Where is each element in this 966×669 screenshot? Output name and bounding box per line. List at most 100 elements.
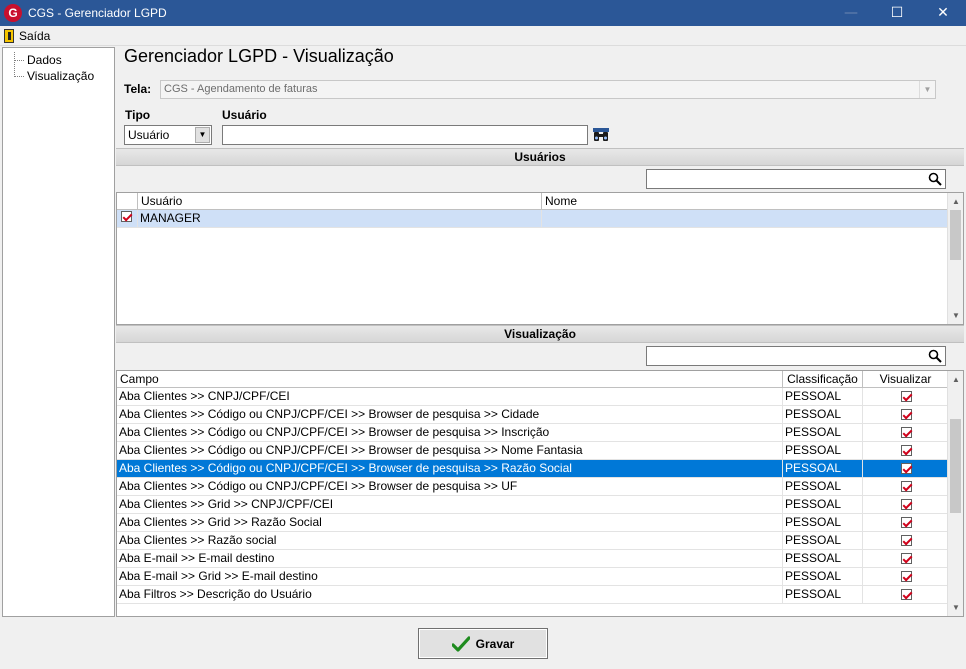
column-header-nome[interactable]: Nome xyxy=(542,193,948,209)
close-button[interactable]: ✕ xyxy=(920,0,966,26)
tela-select[interactable]: CGS - Agendamento de faturas ▼ xyxy=(160,80,936,99)
visualizar-cell[interactable] xyxy=(863,514,948,531)
column-header-classificacao[interactable]: Classificação xyxy=(783,371,863,387)
table-row[interactable]: Aba Clientes >> Código ou CNPJ/CPF/CEI >… xyxy=(117,442,948,460)
search-icon[interactable] xyxy=(928,349,942,363)
campo-cell: Aba Clientes >> Razão social xyxy=(117,532,783,549)
visualizar-cell[interactable] xyxy=(863,478,948,495)
visualizacao-search-input[interactable] xyxy=(646,346,946,366)
table-row[interactable]: Aba Clientes >> Código ou CNPJ/CPF/CEI >… xyxy=(117,424,948,442)
title-bar: G CGS - Gerenciador LGPD — ☐ ✕ xyxy=(0,0,966,26)
usuarios-grid: Usuário Nome MANAGER ▲ ▼ xyxy=(116,192,964,325)
table-row[interactable]: Aba Clientes >> Código ou CNPJ/CPF/CEI >… xyxy=(117,460,948,478)
scroll-thumb[interactable] xyxy=(950,419,961,513)
visualizar-checkbox[interactable] xyxy=(901,445,912,456)
campo-cell: Aba E-mail >> E-mail destino xyxy=(117,550,783,567)
visualizar-cell[interactable] xyxy=(863,406,948,423)
menu-bar: Saída xyxy=(0,26,966,46)
classificacao-cell: PESSOAL xyxy=(783,586,863,603)
minimize-button[interactable]: — xyxy=(828,0,874,26)
visualizar-checkbox[interactable] xyxy=(901,499,912,510)
tela-select-value: CGS - Agendamento de faturas xyxy=(164,83,318,95)
visualizar-cell[interactable] xyxy=(863,442,948,459)
classificacao-cell: PESSOAL xyxy=(783,532,863,549)
visualizar-checkbox[interactable] xyxy=(901,571,912,582)
tela-label: Tela: xyxy=(124,82,152,96)
classificacao-cell: PESSOAL xyxy=(783,442,863,459)
campo-cell: Aba Clientes >> Código ou CNPJ/CPF/CEI >… xyxy=(117,478,783,495)
usuarios-search-input[interactable] xyxy=(646,169,946,189)
tree-item-visualizacao[interactable]: Visualização xyxy=(3,68,114,84)
search-icon[interactable] xyxy=(928,172,942,186)
binoculars-icon[interactable] xyxy=(593,128,609,142)
table-row[interactable]: Aba Clientes >> Razão social PESSOAL xyxy=(117,532,948,550)
classificacao-cell: PESSOAL xyxy=(783,424,863,441)
table-row[interactable]: Aba E-mail >> Grid >> E-mail destino PESS… xyxy=(117,568,948,586)
visualizar-cell[interactable] xyxy=(863,388,948,405)
campo-cell: Aba Clientes >> Código ou CNPJ/CPF/CEI >… xyxy=(117,424,783,441)
visualizar-checkbox[interactable] xyxy=(901,589,912,600)
classificacao-cell: PESSOAL xyxy=(783,568,863,585)
visualizar-checkbox[interactable] xyxy=(901,481,912,492)
visualizar-checkbox[interactable] xyxy=(901,409,912,420)
classificacao-cell: PESSOAL xyxy=(783,388,863,405)
table-row[interactable]: Aba Clientes >> Grid >> CNPJ/CPF/CEI PESS… xyxy=(117,496,948,514)
chevron-down-icon[interactable]: ▼ xyxy=(195,127,210,143)
table-row[interactable]: Aba E-mail >> E-mail destino PESSOAL xyxy=(117,550,948,568)
tree-item-dados[interactable]: Dados xyxy=(3,52,114,68)
scroll-up-icon[interactable]: ▲ xyxy=(948,193,963,210)
scroll-down-icon[interactable]: ▼ xyxy=(948,307,963,324)
table-row[interactable]: Aba Clientes >> Grid >> Razão Social PESS… xyxy=(117,514,948,532)
visualizar-cell[interactable] xyxy=(863,586,948,603)
visualizar-checkbox[interactable] xyxy=(901,463,912,474)
chevron-down-icon[interactable]: ▼ xyxy=(919,81,935,98)
visualizacao-grid-header: Campo Classificação Visualizar xyxy=(117,371,948,388)
classificacao-cell: PESSOAL xyxy=(783,460,863,477)
visualizar-cell[interactable] xyxy=(863,532,948,549)
header-check-column xyxy=(117,193,138,209)
visualizacao-rows: Aba Clientes >> CNPJ/CPF/CEI PESSOAL Aba C… xyxy=(117,388,963,604)
usuario-input[interactable] xyxy=(222,125,588,145)
classificacao-cell: PESSOAL xyxy=(783,478,863,495)
usuarios-grid-header: Usuário Nome xyxy=(117,193,948,210)
scroll-thumb[interactable] xyxy=(950,210,961,260)
menu-exit[interactable]: Saída xyxy=(0,28,54,43)
classificacao-cell: PESSOAL xyxy=(783,514,863,531)
row-check-cell[interactable] xyxy=(117,210,138,227)
exit-door-icon xyxy=(4,28,14,43)
visualizar-cell[interactable] xyxy=(863,496,948,513)
visualizar-checkbox[interactable] xyxy=(901,427,912,438)
visualizar-checkbox[interactable] xyxy=(901,391,912,402)
table-row[interactable]: Aba Clientes >> CNPJ/CPF/CEI PESSOAL xyxy=(117,388,948,406)
column-header-visualizar[interactable]: Visualizar xyxy=(863,371,948,387)
visualizar-cell[interactable] xyxy=(863,460,948,477)
campo-cell: Aba Clientes >> CNPJ/CPF/CEI xyxy=(117,388,783,405)
visualizar-cell[interactable] xyxy=(863,568,948,585)
scroll-down-icon[interactable]: ▼ xyxy=(948,599,963,616)
visualizar-cell[interactable] xyxy=(863,424,948,441)
visualizar-checkbox[interactable] xyxy=(901,553,912,564)
table-row[interactable]: MANAGER xyxy=(117,210,948,228)
column-header-usuario[interactable]: Usuário xyxy=(138,193,542,209)
classificacao-cell: PESSOAL xyxy=(783,406,863,423)
scroll-up-icon[interactable]: ▲ xyxy=(948,371,963,388)
visualizar-cell[interactable] xyxy=(863,550,948,567)
usuario-cell: MANAGER xyxy=(138,210,542,227)
visualizacao-scrollbar[interactable]: ▲ ▼ xyxy=(947,371,963,616)
visualizar-checkbox[interactable] xyxy=(901,535,912,546)
usuarios-scrollbar[interactable]: ▲ ▼ xyxy=(947,193,963,324)
window-title: CGS - Gerenciador LGPD xyxy=(28,6,167,20)
visualizar-checkbox[interactable] xyxy=(901,517,912,528)
checkmark-icon xyxy=(451,635,470,652)
table-row[interactable]: Aba Filtros >> Descrição do Usuário PESSO… xyxy=(117,586,948,604)
maximize-button[interactable]: ☐ xyxy=(874,0,920,26)
visualizacao-section-header: Visualização xyxy=(116,325,964,343)
campo-cell: Aba Clientes >> Grid >> Razão Social xyxy=(117,514,783,531)
app-logo-icon[interactable]: G xyxy=(4,4,22,22)
column-header-campo[interactable]: Campo xyxy=(117,371,783,387)
table-row[interactable]: Aba Clientes >> Código ou CNPJ/CPF/CEI >… xyxy=(117,478,948,496)
save-button[interactable]: Gravar xyxy=(418,628,548,659)
checkbox[interactable] xyxy=(121,211,132,222)
table-row[interactable]: Aba Clientes >> Código ou CNPJ/CPF/CEI >… xyxy=(117,406,948,424)
tipo-select[interactable]: Usuário ▼ xyxy=(124,125,212,145)
